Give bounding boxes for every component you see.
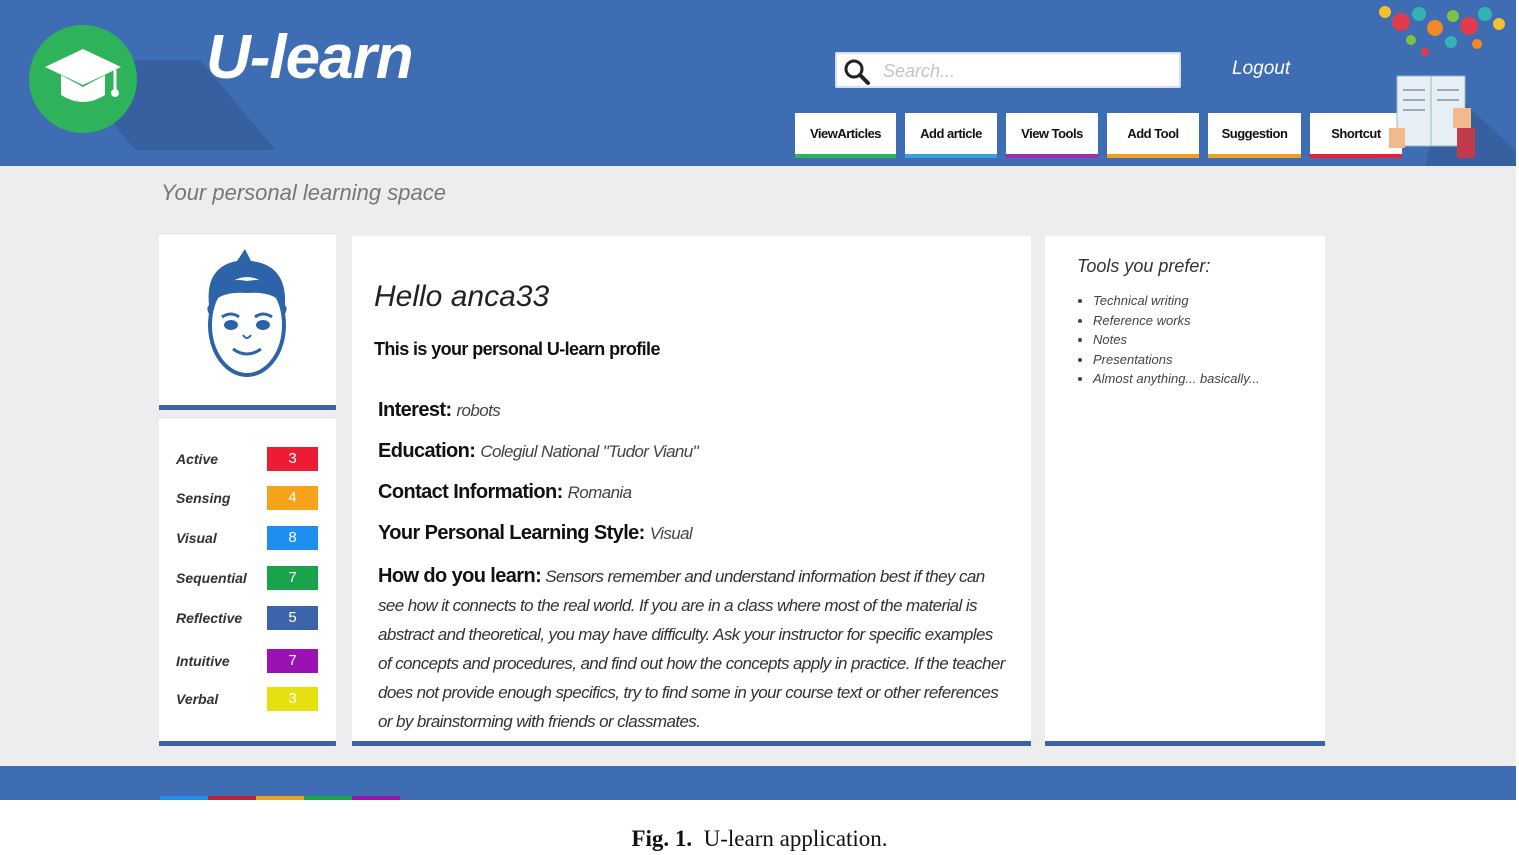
search-box[interactable] (835, 52, 1181, 88)
field-value: robots (456, 401, 501, 420)
list-item: Technical writing (1093, 291, 1260, 311)
style-score-badge: 3 (267, 687, 318, 711)
graduation-cap-icon (45, 49, 121, 102)
logout-link[interactable]: Logout (1232, 58, 1290, 80)
caption-text: U-learn application. (703, 826, 888, 851)
search-input[interactable] (883, 57, 1163, 85)
style-score-badge: 3 (267, 447, 318, 471)
field-value: Colegiul National "Tudor Vianu" (480, 442, 699, 461)
avatar-card (159, 235, 336, 410)
footer-stripe (208, 796, 256, 800)
style-row-active: Active 3 (176, 447, 321, 473)
style-row-verbal: Verbal 3 (176, 687, 321, 713)
how-do-you-learn: How do you learn: Sensors remember and u… (378, 562, 1008, 736)
footer-stripe (256, 796, 304, 800)
tools-title: Tools you prefer: (1077, 256, 1211, 276)
learn-description: Sensors remember and understand informat… (378, 567, 1005, 731)
nav-add-article[interactable]: Add article (905, 113, 997, 158)
footer (0, 766, 1516, 800)
profile-card: Hello anca33 This is your personal U-lea… (352, 236, 1031, 746)
app-window: U-learn Logout ViewArticles Add article … (0, 0, 1516, 800)
list-item: Notes (1093, 330, 1260, 350)
style-row-intuitive: Intuitive 7 (176, 649, 321, 675)
field-label: Interest: (378, 399, 452, 421)
style-row-reflective: Reflective 5 (176, 606, 321, 632)
header: U-learn Logout ViewArticles Add article … (0, 0, 1516, 166)
style-score-badge: 7 (267, 649, 318, 673)
style-score-badge: 8 (267, 526, 318, 550)
style-score-badge: 4 (267, 486, 318, 510)
brand-title: U-learn (206, 23, 414, 92)
contact-field: Contact Information: Romania (378, 481, 632, 504)
greeting: Hello anca33 (374, 280, 550, 313)
tools-card: Tools you prefer: Technical writing Refe… (1045, 236, 1325, 746)
style-label: Intuitive (176, 653, 230, 669)
style-label: Sequential (176, 570, 247, 586)
avatar (207, 249, 287, 377)
field-label: Your Personal Learning Style: (378, 522, 645, 544)
style-label: Visual (176, 530, 217, 546)
footer-stripe (160, 796, 208, 800)
list-item: Presentations (1093, 350, 1260, 370)
logo[interactable] (29, 25, 137, 133)
field-value: Romania (567, 483, 632, 502)
style-row-sensing: Sensing 4 (176, 486, 321, 512)
tools-list: Technical writing Reference works Notes … (1093, 291, 1260, 389)
field-label: How do you learn: (378, 565, 542, 587)
nav-view-articles[interactable]: ViewArticles (795, 113, 896, 158)
field-value: Visual (649, 524, 693, 543)
search-icon (844, 59, 870, 85)
caption-label: Fig. 1. (631, 826, 693, 851)
reading-illustration-icon (1379, 6, 1516, 166)
education-field: Education: Colegiul National "Tudor Vian… (378, 440, 699, 463)
list-item: Reference works (1093, 311, 1260, 331)
field-label: Education: (378, 440, 476, 462)
style-row-sequential: Sequential 7 (176, 566, 321, 592)
learning-style-field: Your Personal Learning Style: Visual (378, 522, 693, 545)
profile-subtitle: This is your personal U-learn profile (374, 339, 660, 359)
style-score-badge: 7 (267, 566, 318, 590)
learning-styles-card: Active 3 Sensing 4 Visual 8 Sequential 7… (159, 419, 336, 746)
figure-caption: Fig. 1. U-learn application. (0, 826, 1519, 852)
style-label: Sensing (176, 490, 231, 506)
nav-view-tools[interactable]: View Tools (1006, 113, 1098, 158)
style-label: Verbal (176, 691, 219, 707)
style-score-badge: 5 (267, 606, 318, 630)
footer-stripe (352, 796, 400, 800)
style-label: Active (176, 451, 219, 467)
footer-stripe (304, 796, 352, 800)
nav-suggestion[interactable]: Suggestion (1208, 113, 1301, 158)
footer-stripes (160, 796, 400, 800)
interest-field: Interest: robots (378, 399, 501, 422)
tagline: Your personal learning space (161, 180, 446, 205)
nav-add-tool[interactable]: Add Tool (1107, 113, 1199, 158)
main-nav: ViewArticles Add article View Tools Add … (795, 113, 1402, 158)
field-label: Contact Information: (378, 481, 563, 503)
style-row-visual: Visual 8 (176, 526, 321, 552)
style-label: Reflective (176, 610, 243, 626)
list-item: Almost anything... basically... (1093, 369, 1260, 389)
